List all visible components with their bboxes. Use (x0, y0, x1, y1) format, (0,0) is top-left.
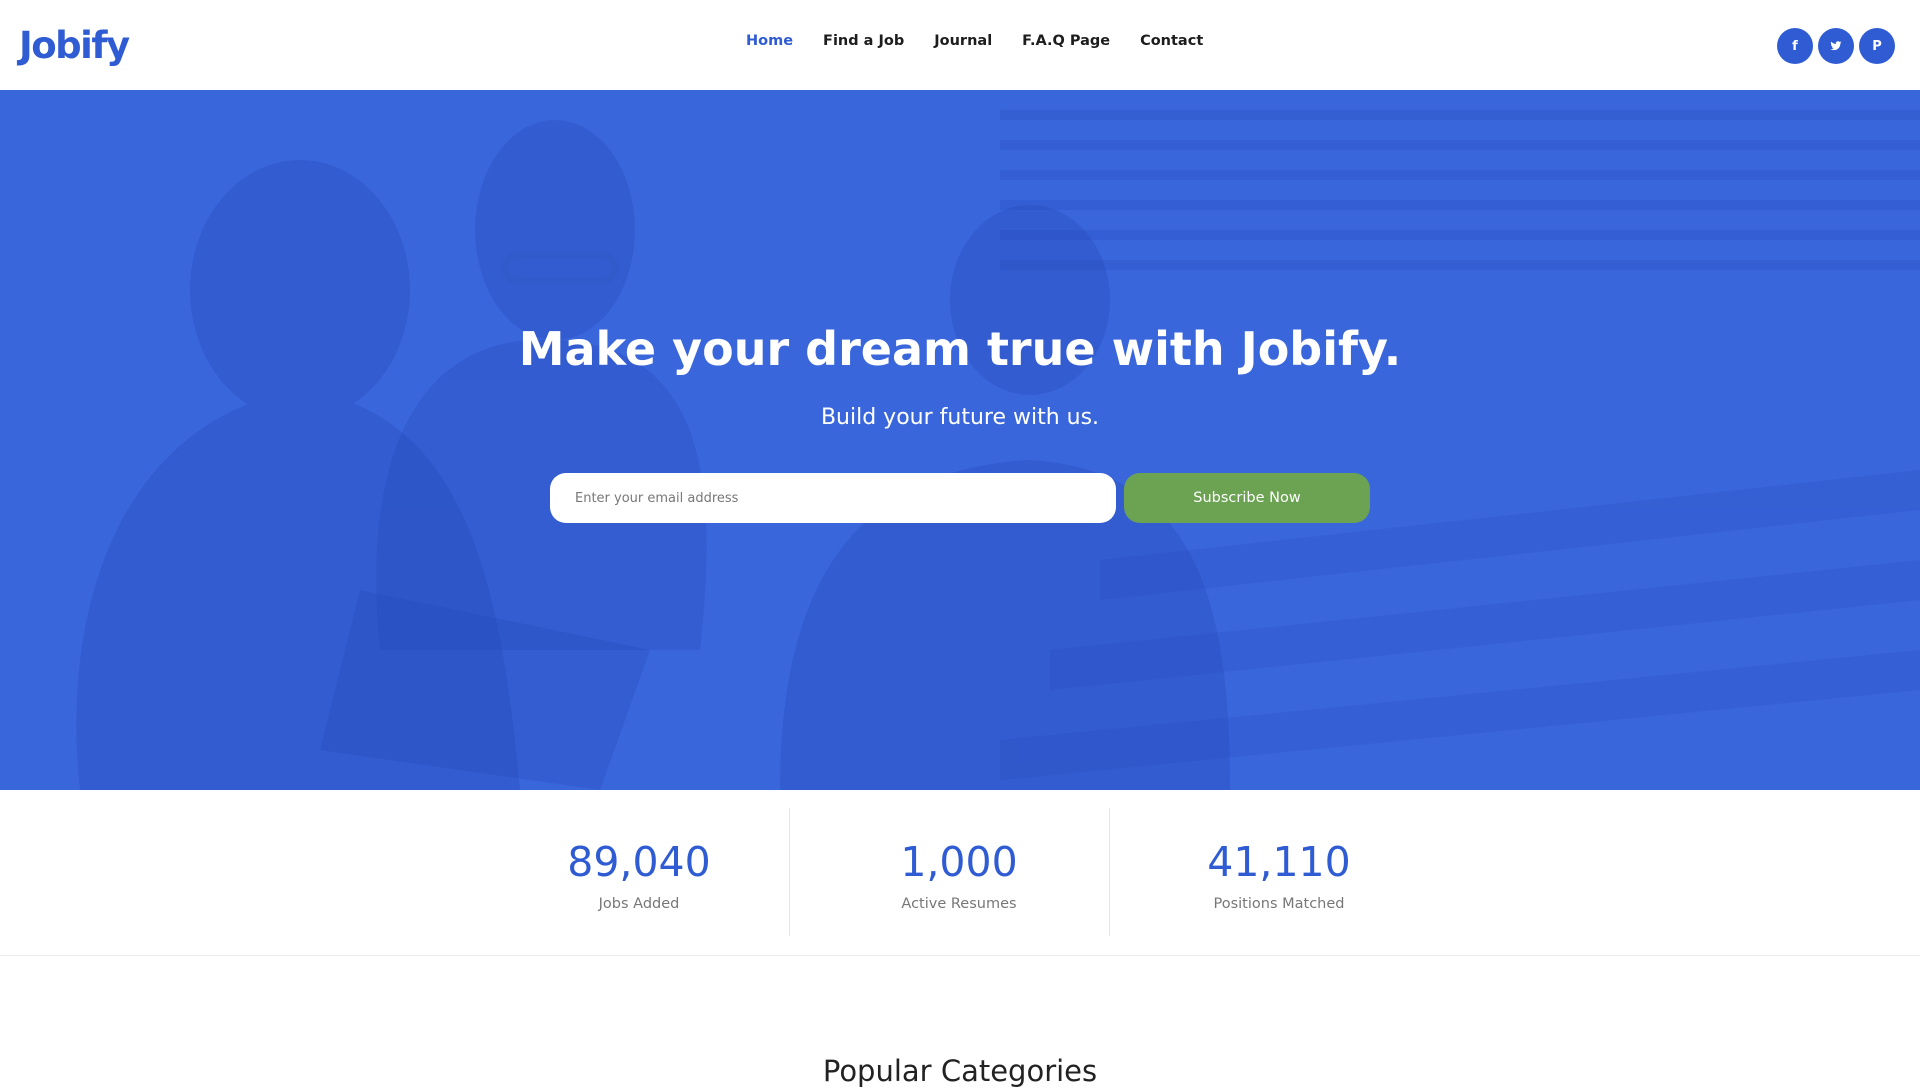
nav-item-home[interactable]: Home (746, 33, 793, 49)
nav-item-find-a-job[interactable]: Find a Job (823, 33, 904, 49)
main-nav: Home Find a Job Journal F.A.Q Page Conta… (746, 33, 1203, 49)
stat-label: Active Resumes (901, 896, 1017, 912)
stat-positions-matched: 41,110 Positions Matched (1119, 790, 1439, 956)
twitter-button[interactable] (1818, 28, 1854, 64)
categories-title: Popular Categories (822, 1054, 1098, 1088)
subscribe-button[interactable]: Subscribe Now (1124, 473, 1370, 523)
stats-section: 89,040 Jobs Added 1,000 Active Resumes 4… (0, 790, 1920, 956)
stat-value: 41,110 (1207, 838, 1351, 886)
stat-active-resumes: 1,000 Active Resumes (799, 790, 1119, 956)
nav-item-contact[interactable]: Contact (1140, 33, 1203, 49)
brand-logo[interactable]: Jobify (19, 22, 130, 70)
stat-value: 89,040 (567, 838, 711, 886)
twitter-icon (1830, 41, 1842, 51)
nav-item-faq[interactable]: F.A.Q Page (1022, 33, 1110, 49)
subscribe-form: Subscribe Now (550, 473, 1370, 523)
site-header: Jobify Home Find a Job Journal F.A.Q Pag… (0, 0, 1920, 90)
stat-value: 1,000 (900, 838, 1018, 886)
pinterest-icon: P (1872, 38, 1882, 54)
stat-divider (789, 808, 790, 936)
hero-subtitle: Build your future with us. (820, 405, 1100, 430)
stat-label: Jobs Added (598, 896, 680, 912)
facebook-icon: f (1792, 38, 1798, 54)
stat-jobs-added: 89,040 Jobs Added (479, 790, 799, 956)
social-links: f P (1777, 28, 1895, 64)
email-input[interactable] (550, 473, 1116, 523)
hero-title: Make your dream true with Jobify. (518, 322, 1402, 376)
pinterest-button[interactable]: P (1859, 28, 1895, 64)
stat-divider (1109, 808, 1110, 936)
stat-label: Positions Matched (1213, 896, 1345, 912)
nav-item-journal[interactable]: Journal (934, 33, 992, 49)
facebook-button[interactable]: f (1777, 28, 1813, 64)
hero-section: Make your dream true with Jobify. Build … (0, 90, 1920, 790)
hero-background-image (0, 90, 1920, 790)
